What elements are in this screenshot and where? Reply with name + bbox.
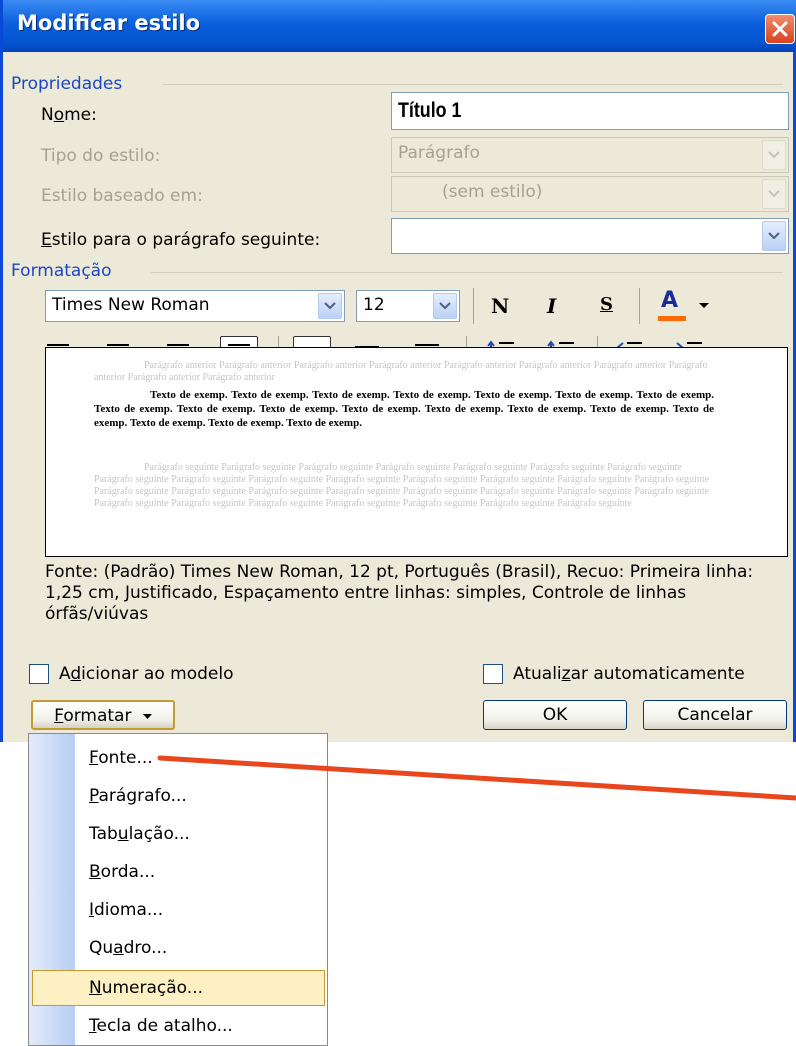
menu-item-label: Fonte...: [89, 748, 153, 768]
font-name-value: Times New Roman: [52, 295, 210, 315]
close-icon: [772, 21, 788, 37]
menu-item-numbering[interactable]: Numeração...: [32, 970, 325, 1006]
formatting-group-label: Formatação: [11, 261, 112, 281]
auto-update-label: Atualizar automaticamente: [513, 664, 745, 684]
font-size-dropdown-arrow[interactable]: [433, 293, 457, 319]
menu-item-label: Parágrafo...: [89, 786, 187, 806]
caret-down-icon: [699, 303, 709, 308]
based-on-label: Estilo baseado em:: [41, 186, 203, 206]
style-type-select: Parágrafo: [391, 137, 789, 173]
font-color-letter: A: [661, 288, 679, 313]
menu-item-label: Tabulação...: [89, 824, 190, 844]
preview-next-paragraph: Parágrafo seguinte Parágrafo seguinte Pa…: [94, 462, 710, 509]
chevron-down-icon: [768, 190, 780, 198]
bold-button[interactable]: N: [491, 294, 509, 318]
chevron-down-icon: [439, 302, 451, 310]
style-description: Fonte: (Padrão) Times New Roman, 12 pt, …: [45, 562, 754, 624]
based-on-dropdown-arrow: [762, 179, 786, 209]
preview-sample-paragraph: Texto de exemp. Texto de exemp. Texto de…: [94, 389, 714, 429]
font-name-dropdown-arrow[interactable]: [318, 293, 342, 319]
underline-button[interactable]: S: [600, 294, 613, 315]
chevron-down-icon: [768, 232, 780, 240]
menu-item-tabs[interactable]: Tabulação...: [29, 816, 327, 852]
chevron-down-icon: [768, 151, 780, 159]
preview-previous-paragraph: Parágrafo anterior Parágrafo anterior Pa…: [94, 360, 708, 383]
font-color-button[interactable]: A: [653, 288, 713, 324]
auto-update-checkbox[interactable]: [483, 664, 503, 684]
chevron-down-icon: [324, 302, 336, 310]
font-size-select[interactable]: 12: [356, 290, 460, 322]
menu-item-language[interactable]: Idioma...: [29, 892, 327, 928]
style-type-value: Parágrafo: [398, 143, 480, 163]
menu-item-label: Borda...: [89, 862, 156, 882]
based-on-select: (sem estilo): [391, 176, 789, 212]
style-type-label: Tipo do estilo:: [41, 146, 161, 166]
style-type-dropdown-arrow: [762, 140, 786, 170]
menu-item-label: Tecla de atalho...: [89, 1016, 233, 1036]
add-to-template-checkbox[interactable]: [29, 664, 49, 684]
font-size-value: 12: [363, 295, 385, 315]
next-style-dropdown-arrow[interactable]: [762, 221, 786, 251]
menu-item-frame[interactable]: Quadro...: [29, 930, 327, 966]
dialog-title: Modificar estilo: [17, 11, 201, 35]
modify-style-dialog: Modificar estilo Propriedades Nome: Títu…: [0, 0, 796, 742]
format-menu: Fonte... Parágrafo... Tabulação... Borda…: [28, 733, 328, 1046]
font-name-select[interactable]: Times New Roman: [45, 290, 345, 322]
ok-button[interactable]: OK: [483, 700, 627, 730]
properties-group-label: Propriedades: [11, 74, 123, 94]
toolbar-separator: [639, 288, 640, 324]
menu-item-font[interactable]: Fonte...: [29, 740, 327, 776]
based-on-value: (sem estilo): [442, 182, 543, 202]
menu-item-shortcut-key[interactable]: Tecla de atalho...: [29, 1008, 327, 1044]
add-to-template-label: Adicionar ao modelo: [59, 664, 234, 684]
name-input[interactable]: Título 1: [391, 92, 789, 130]
name-label: Nome:: [41, 105, 97, 125]
name-value: Título 1: [398, 99, 462, 122]
title-bar: Modificar estilo: [3, 0, 796, 52]
caret-down-icon: [142, 713, 152, 719]
menu-item-label: Quadro...: [89, 938, 168, 958]
menu-item-border[interactable]: Borda...: [29, 854, 327, 890]
style-preview: Parágrafo anterior Parágrafo anterior Pa…: [45, 347, 788, 557]
formatting-group-line: [151, 272, 783, 273]
italic-button[interactable]: I: [547, 294, 556, 318]
next-style-label: Estilo para o parágrafo seguinte:: [41, 230, 321, 250]
close-button[interactable]: [765, 14, 795, 44]
menu-item-paragraph[interactable]: Parágrafo...: [29, 778, 327, 814]
toolbar-separator: [473, 288, 474, 324]
menu-item-label: Numeração...: [89, 978, 203, 998]
cancel-button[interactable]: Cancelar: [643, 700, 787, 730]
properties-group-line: [163, 84, 783, 85]
format-button[interactable]: Formatar: [31, 700, 175, 730]
next-style-select[interactable]: [391, 218, 789, 254]
font-color-swatch: [658, 316, 686, 321]
menu-item-label: Idioma...: [89, 900, 164, 920]
